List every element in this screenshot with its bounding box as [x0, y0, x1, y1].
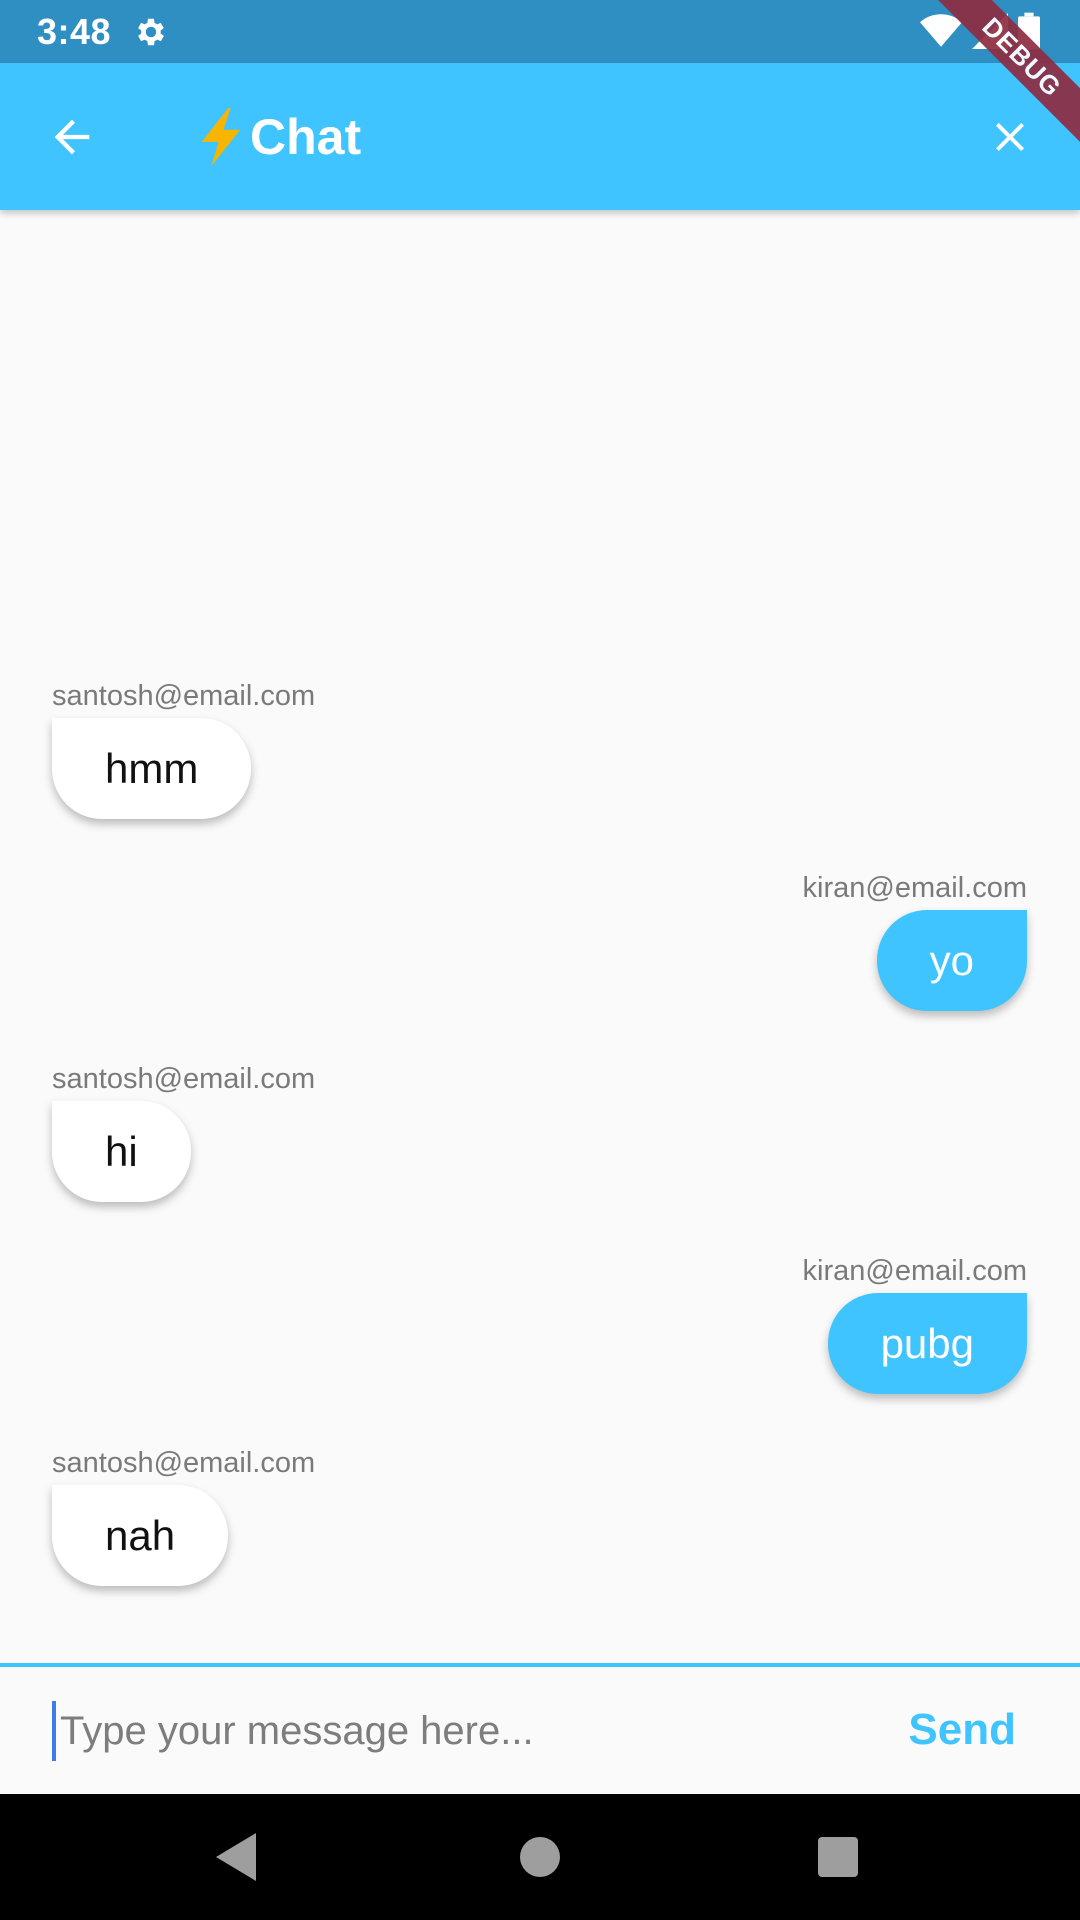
status-bar: 3:48 — [0, 0, 1080, 63]
nav-back-icon[interactable] — [216, 1833, 260, 1881]
message-sender: santosh@email.com — [52, 680, 316, 712]
navigation-bar — [0, 1794, 1080, 1920]
message-sender: kiran@email.com — [802, 1255, 1027, 1287]
message-sender: santosh@email.com — [52, 1447, 316, 1479]
lightning-bolt-icon — [196, 107, 246, 166]
message-bubble: pubg — [827, 1293, 1027, 1394]
message-list[interactable]: santosh@email.com hmm kiran@email.com yo… — [0, 210, 1080, 1664]
message-bubble: hi — [52, 1101, 191, 1202]
message-item: kiran@email.com pubg — [52, 1253, 1027, 1394]
back-arrow-icon[interactable] — [46, 111, 98, 163]
message-sender: santosh@email.com — [52, 1063, 316, 1095]
page-title: Chat — [196, 107, 362, 166]
message-item: santosh@email.com nah — [52, 1445, 1027, 1586]
status-time: 3:48 — [37, 10, 112, 52]
message-item: santosh@email.com hi — [52, 1061, 1027, 1202]
chat-screen: 3:48 Chat DEBUG santosh@email.com hmm ki… — [0, 0, 1080, 1920]
wifi-icon — [920, 13, 962, 54]
nav-recents-icon[interactable] — [818, 1837, 858, 1877]
app-bar: Chat — [0, 63, 1080, 210]
send-button[interactable]: Send — [908, 1705, 1016, 1755]
message-item: santosh@email.com hmm — [52, 678, 1027, 819]
close-icon[interactable] — [986, 113, 1034, 161]
message-bubble: hmm — [52, 718, 252, 819]
message-composer: Send — [0, 1663, 1080, 1794]
message-input[interactable] — [52, 1701, 852, 1761]
message-sender: kiran@email.com — [802, 872, 1027, 904]
message-bubble: nah — [52, 1485, 229, 1586]
message-bubble: yo — [876, 910, 1027, 1011]
app-title-text: Chat — [250, 108, 362, 165]
nav-home-icon[interactable] — [520, 1837, 560, 1877]
gear-icon — [133, 14, 169, 50]
message-item: kiran@email.com yo — [52, 870, 1027, 1011]
